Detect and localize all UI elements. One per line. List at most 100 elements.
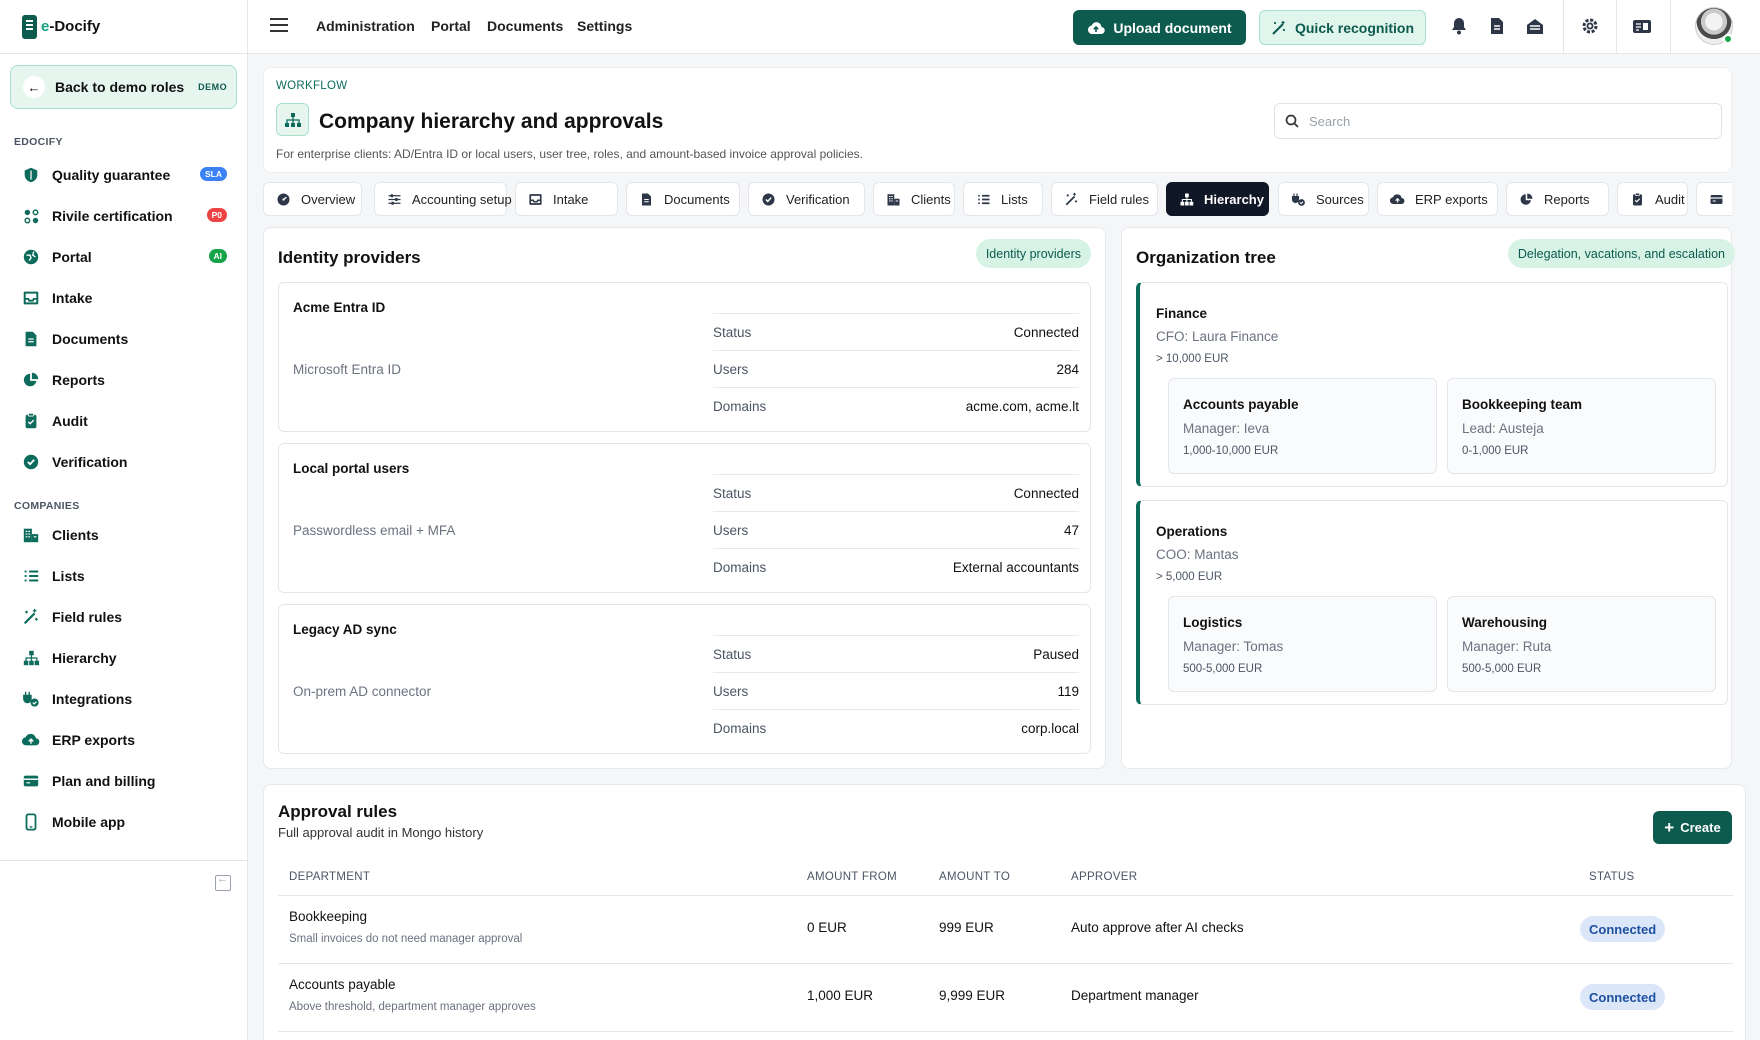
cell-from: 0 EUR <box>807 920 847 935</box>
org-unit[interactable]: Operations COO: Mantas > 5,000 EUR Logistic… <box>1136 500 1728 705</box>
status-badge: Connected <box>1580 984 1666 1010</box>
collapse-sidebar-icon[interactable] <box>215 873 231 891</box>
tab-clients[interactable]: Clients <box>873 182 955 216</box>
subunit-manager: Manager: Ieva <box>1183 421 1270 436</box>
table-row[interactable]: Accounts payable Above threshold, departm… <box>278 964 1733 1031</box>
sidebar-item-intake[interactable]: Intake <box>20 283 230 313</box>
create-rule-button[interactable]: + Create <box>1653 811 1732 844</box>
tab-reports[interactable]: Reports <box>1506 182 1609 216</box>
tab-label: ERP exports <box>1415 191 1488 207</box>
sidebar-item-erp-exports[interactable]: ERP exports <box>20 725 230 755</box>
menu-icon[interactable] <box>270 18 288 32</box>
id-card-icon[interactable] <box>1631 15 1653 37</box>
hierarchy-icon <box>276 103 309 136</box>
create-label: Create <box>1680 820 1721 835</box>
cell-to: 9,999 EUR <box>939 988 1006 1003</box>
org-subunit[interactable]: Bookkeeping team Lead: Austeja 0-1,000 EUR <box>1447 378 1716 474</box>
identity-providers-pill: Identity providers <box>975 239 1091 268</box>
tab-hierarchy[interactable]: Hierarchy <box>1166 182 1269 216</box>
globe-icon <box>20 246 42 268</box>
sidebar-item-portal[interactable]: Portal AI <box>20 242 230 272</box>
sidebar-item-lists[interactable]: Lists <box>20 561 230 591</box>
column-header-status[interactable]: STATUS <box>1589 871 1634 883</box>
sidebar-item-audit[interactable]: Audit <box>20 406 230 436</box>
avatar[interactable] <box>1695 7 1733 45</box>
gear-icon[interactable] <box>1579 15 1601 37</box>
nav-administration[interactable]: Administration <box>316 18 415 34</box>
tab-accounting-setup[interactable]: Accounting setup <box>374 182 512 216</box>
sidebar-item-rivile-certification[interactable]: Rivile certification P0 <box>20 201 230 231</box>
org-unit[interactable]: Finance CFO: Laura Finance > 10,000 EUR Acc… <box>1136 282 1728 487</box>
org-subunit[interactable]: Accounts payable Manager: Ieva 1,000-10,00… <box>1168 378 1437 474</box>
mail-open-icon[interactable] <box>1524 15 1546 37</box>
check-circle-icon <box>20 451 42 473</box>
nav-portal[interactable]: Portal <box>431 18 471 34</box>
tab-field-rules[interactable]: Field rules <box>1051 182 1158 216</box>
tab-label: Documents <box>664 191 730 207</box>
subunit-manager: Manager: Tomas <box>1183 639 1284 654</box>
provider-status-value: Paused <box>1033 646 1079 662</box>
tab-verification[interactable]: Verification <box>748 182 865 216</box>
subunit-range: 1,000-10,000 EUR <box>1183 445 1279 457</box>
tab-intake[interactable]: Intake <box>515 182 618 216</box>
search-input[interactable] <box>1309 113 1709 129</box>
subunit-name: Warehousing <box>1462 615 1548 630</box>
subunit-name: Logistics <box>1183 615 1243 630</box>
logo[interactable]: e-Docify <box>0 0 247 54</box>
tab-pla[interactable]: Pla <box>1696 182 1732 216</box>
cell-from: 1,000 EUR <box>807 988 874 1003</box>
identity-provider[interactable]: Legacy AD sync On-prem AD connector Status… <box>278 604 1091 754</box>
nav-settings[interactable]: Settings <box>577 18 632 34</box>
gauge-icon <box>276 192 291 207</box>
topbar: Administration Portal Documents Settings… <box>248 0 1760 54</box>
provider-domains-label: Domains <box>713 559 767 575</box>
column-header-amount-from[interactable]: AMOUNT FROM <box>807 871 897 883</box>
provider-name: Local portal users <box>293 461 410 476</box>
provider-users-label: Users <box>713 361 749 377</box>
provider-status-value: Connected <box>1013 324 1079 340</box>
document-icon[interactable] <box>1486 15 1508 37</box>
sidebar-item-documents[interactable]: Documents <box>20 324 230 354</box>
subunit-range: 500-5,000 EUR <box>1462 663 1542 675</box>
provider-users-value: 47 <box>1063 522 1079 538</box>
tab-lists[interactable]: Lists <box>963 182 1043 216</box>
sidebar-item-integrations[interactable]: Integrations <box>20 684 230 714</box>
table-row[interactable]: Bookkeeping Small invoices do not need ma… <box>278 896 1733 963</box>
bell-icon[interactable] <box>1448 15 1470 37</box>
column-header-department[interactable]: DEPARTMENT <box>289 871 370 883</box>
arrow-left-icon: ← <box>23 76 45 98</box>
org-subunit[interactable]: Logistics Manager: Tomas 500-5,000 EUR <box>1168 596 1437 692</box>
identity-provider[interactable]: Local portal users Passwordless email + M… <box>278 443 1091 593</box>
sidebar-item-plan-and-billing[interactable]: Plan and billing <box>20 766 230 796</box>
list-icon <box>20 565 42 587</box>
sidebar-item-quality-guarantee[interactable]: Quality guarantee SLA <box>20 160 230 190</box>
column-header-amount-to[interactable]: AMOUNT TO <box>939 871 1010 883</box>
sidebar-item-field-rules[interactable]: Field rules <box>20 602 230 632</box>
page-subtitle: For enterprise clients: AD/Entra ID or l… <box>276 147 863 161</box>
upload-document-button[interactable]: Upload document <box>1073 10 1246 45</box>
sidebar-item-clients[interactable]: Clients <box>20 520 230 550</box>
tab-overview[interactable]: Overview <box>263 182 362 216</box>
sidebar-item-mobile-app[interactable]: Mobile app <box>20 807 230 837</box>
sidebar-item-hierarchy[interactable]: Hierarchy <box>20 643 230 673</box>
tab-audit[interactable]: Audit <box>1617 182 1688 216</box>
tab-erp-exports[interactable]: ERP exports <box>1377 182 1498 216</box>
sidebar-item-label: Quality guarantee <box>52 167 171 183</box>
sidebar-item-verification[interactable]: Verification <box>20 447 230 477</box>
tab-documents[interactable]: Documents <box>626 182 740 216</box>
tab-label: Verification <box>786 191 850 207</box>
sliders-icon <box>387 192 402 207</box>
column-header-approver[interactable]: APPROVER <box>1071 871 1137 883</box>
plug-icon <box>20 688 42 710</box>
nav-documents[interactable]: Documents <box>487 18 563 34</box>
provider-users-row: Users 119 <box>713 672 1079 709</box>
back-to-demo-roles-button[interactable]: ← Back to demo roles DEMO <box>10 65 237 109</box>
identity-provider[interactable]: Acme Entra ID Microsoft Entra ID Status Con… <box>278 282 1091 432</box>
org-subunit[interactable]: Warehousing Manager: Ruta 500-5,000 EUR <box>1447 596 1716 692</box>
quick-recognition-button[interactable]: Quick recognition <box>1259 10 1426 45</box>
sidebar-item-reports[interactable]: Reports <box>20 365 230 395</box>
tab-label: Sources <box>1316 191 1364 207</box>
tab-sources[interactable]: Sources <box>1278 182 1369 216</box>
magic-wand-icon <box>20 606 42 628</box>
cell-note: Small invoices do not need manager appro… <box>289 933 523 945</box>
